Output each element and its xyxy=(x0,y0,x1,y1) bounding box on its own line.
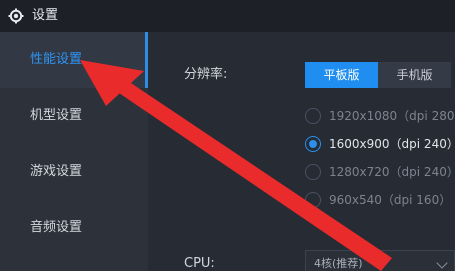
gear-icon xyxy=(8,8,24,24)
sidebar-item-label: 音频设置 xyxy=(30,220,83,235)
title-bar: 设置 xyxy=(0,0,455,32)
sidebar-item-label: 机型设置 xyxy=(30,108,83,123)
radio-label: 1920x1080（dpi 280） xyxy=(329,109,455,123)
radio-button[interactable] xyxy=(305,108,321,124)
chevron-down-icon xyxy=(436,257,448,269)
radio-button-checked[interactable] xyxy=(305,136,321,152)
tablet-mode-button[interactable]: 平板版 xyxy=(305,62,378,88)
sidebar-item-game[interactable]: 游戏设置 xyxy=(0,144,148,200)
window-title: 设置 xyxy=(32,8,59,23)
sidebar-item-device-model[interactable]: 机型设置 xyxy=(0,88,148,144)
sidebar-item-label: 游戏设置 xyxy=(30,164,83,179)
radio-button[interactable] xyxy=(305,192,321,208)
radio-button[interactable] xyxy=(305,164,321,180)
radio-label: 960x540（dpi 160） xyxy=(329,193,452,207)
sidebar: 性能设置 机型设置 游戏设置 音频设置 xyxy=(0,32,148,271)
resolution-label: 分辨率: xyxy=(184,67,228,82)
cpu-label: CPU: xyxy=(184,256,215,271)
radio-label: 1280x720（dpi 240） xyxy=(329,165,455,179)
cpu-dropdown[interactable]: 4核(推荐) xyxy=(305,250,455,271)
sidebar-item-label: 性能设置 xyxy=(30,52,83,67)
cpu-selected-value: 4核(推荐) xyxy=(314,257,363,270)
radio-label: 1600x900（dpi 240） xyxy=(329,137,455,151)
settings-panel: 分辨率: 平板版 手机版 1920x1080（dpi 280） 1600x900… xyxy=(148,32,455,271)
sidebar-item-audio[interactable]: 音频设置 xyxy=(0,200,148,256)
sidebar-item-performance[interactable]: 性能设置 xyxy=(0,32,148,88)
phone-mode-button[interactable]: 手机版 xyxy=(378,62,451,88)
